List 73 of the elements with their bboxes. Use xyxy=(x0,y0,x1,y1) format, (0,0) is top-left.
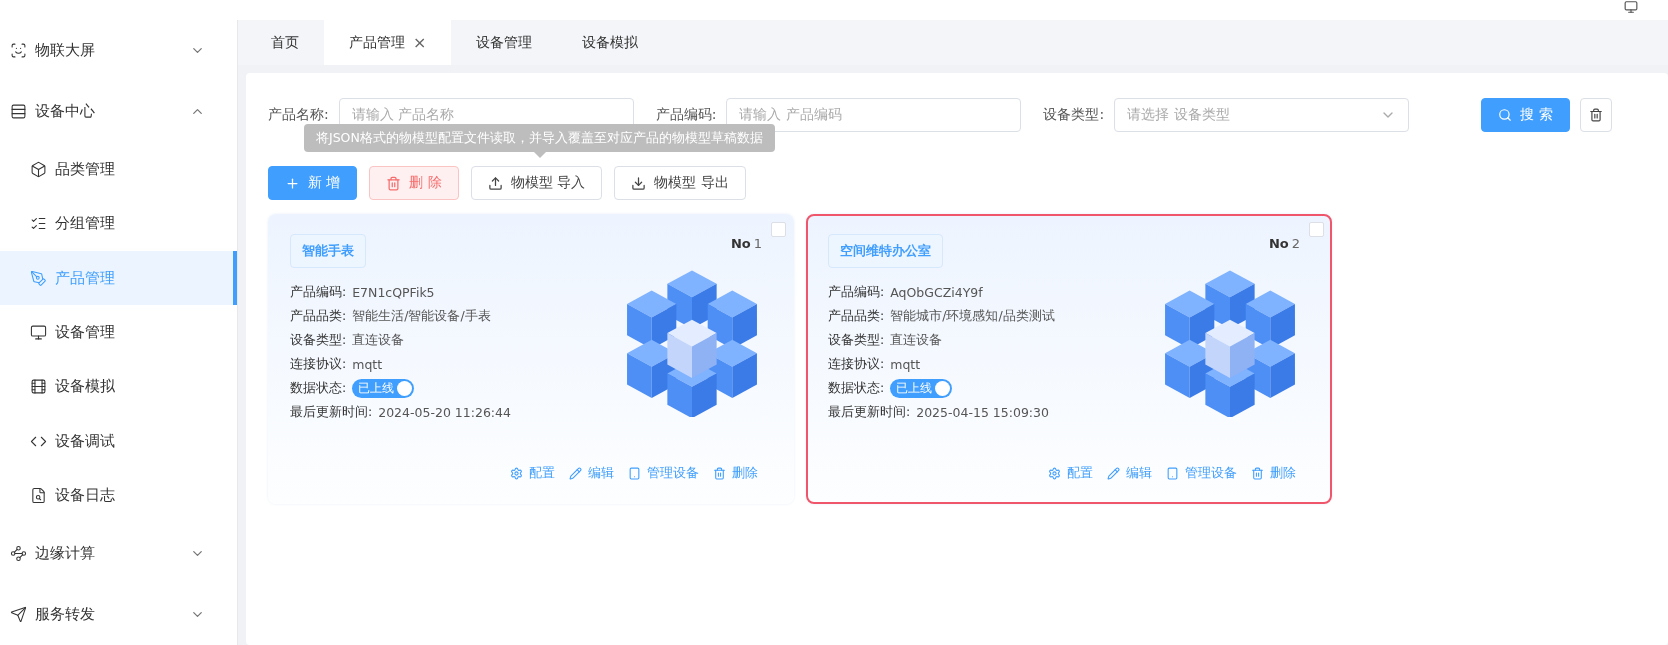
box-icon xyxy=(30,161,47,179)
nodes-icon xyxy=(10,544,27,562)
trash-icon xyxy=(1251,467,1264,480)
tab[interactable]: 设备模拟 xyxy=(557,20,664,65)
upload-icon xyxy=(487,175,503,191)
sidebar-item[interactable]: 品类管理 xyxy=(0,142,237,197)
tooltip: 将JSON格式的物模型配置文件读取，并导入覆盖至对应产品的物模型草稿数据 xyxy=(304,124,775,152)
field-value: 2024-05-20 11:26:44 xyxy=(378,405,511,420)
list-icon xyxy=(10,103,27,121)
sidebar-item[interactable]: 设备日志 xyxy=(0,468,237,523)
tab[interactable]: 设备管理 xyxy=(451,20,558,65)
trash-icon xyxy=(1588,107,1603,122)
toolbar-button[interactable]: 物模型 导出 xyxy=(614,166,746,200)
sidebar-item[interactable]: 物联大屏 xyxy=(0,20,237,82)
field-value: 直连设备 xyxy=(352,332,405,349)
search-icon xyxy=(1498,107,1513,122)
sidebar-item[interactable]: 设备中心 xyxy=(0,81,237,143)
card-number: No 1 xyxy=(730,236,762,251)
field-label: 设备类型: xyxy=(1043,105,1105,124)
field-value: 智能城市/环境感知/品类测试 xyxy=(890,308,1055,325)
field-label: 设备类型: xyxy=(290,332,347,349)
sidebar-item[interactable]: 分组管理 xyxy=(0,196,237,252)
field-value: mqtt xyxy=(352,357,383,372)
field-label: 产品编码: xyxy=(828,284,885,301)
tablet-icon xyxy=(1166,467,1179,480)
download-icon xyxy=(631,175,647,191)
field-value: mqtt xyxy=(890,357,921,372)
field-label: 连接协议: xyxy=(828,356,885,373)
sidebar-item[interactable]: 设备调试 xyxy=(0,414,237,469)
tab[interactable]: 首页 xyxy=(246,20,324,65)
toolbar-button[interactable]: 物模型 导入 xyxy=(470,166,603,200)
tools-icon xyxy=(30,269,47,287)
settings-icon xyxy=(1048,467,1061,480)
settings-icon xyxy=(510,467,523,480)
tooltip-arrow xyxy=(534,152,546,158)
plus-icon xyxy=(285,175,300,191)
trash-icon xyxy=(386,175,402,191)
product-tag: 智能手表 xyxy=(290,234,366,268)
card-number: No 2 xyxy=(1268,236,1300,251)
field-value: E7N1cQPFik5 xyxy=(352,285,435,300)
field-label: 产品名称: xyxy=(268,105,329,124)
field-label: 产品品类: xyxy=(828,308,885,325)
film-icon xyxy=(30,378,47,396)
field-label: 连接协议: xyxy=(290,356,347,373)
checkbox[interactable] xyxy=(1309,222,1324,237)
product-tag: 空间维特办公室 xyxy=(828,234,943,268)
tablet-icon xyxy=(628,467,641,480)
document-search-icon xyxy=(30,486,47,504)
field-value: 直连设备 xyxy=(890,332,943,349)
field-label: 数据状态: xyxy=(290,380,347,397)
close-icon[interactable]: × xyxy=(413,33,427,52)
field-label: 最后更新时间: xyxy=(290,404,373,421)
field-label: 产品品类: xyxy=(290,308,347,325)
edit-icon xyxy=(1107,467,1120,480)
sidebar-item[interactable]: 服务转发 xyxy=(0,583,237,645)
trash-icon xyxy=(713,467,726,480)
monitor-icon xyxy=(30,324,47,342)
monitor-icon[interactable] xyxy=(1624,0,1638,14)
field-value: AqObGCZi4Y9f xyxy=(890,285,983,300)
field-value: 智能生活/智能设备/手表 xyxy=(352,308,491,325)
sidebar-item[interactable]: 设备模拟 xyxy=(0,359,237,414)
checkbox[interactable] xyxy=(771,222,786,237)
field-label: 最后更新时间: xyxy=(828,404,911,421)
field-label: 数据状态: xyxy=(828,380,885,397)
sidebar-item[interactable]: 边缘计算 xyxy=(0,522,237,584)
edit-icon xyxy=(569,467,582,480)
sidebar-item[interactable]: 设备管理 xyxy=(0,305,237,360)
field-label: 设备类型: xyxy=(828,332,885,349)
field-label: 产品编码: xyxy=(290,284,347,301)
send-icon xyxy=(10,605,27,623)
tab[interactable]: 产品管理 × xyxy=(324,20,452,65)
field-value: 2025-04-15 15:09:30 xyxy=(916,405,1049,420)
field-label: 产品编码: xyxy=(655,105,717,124)
